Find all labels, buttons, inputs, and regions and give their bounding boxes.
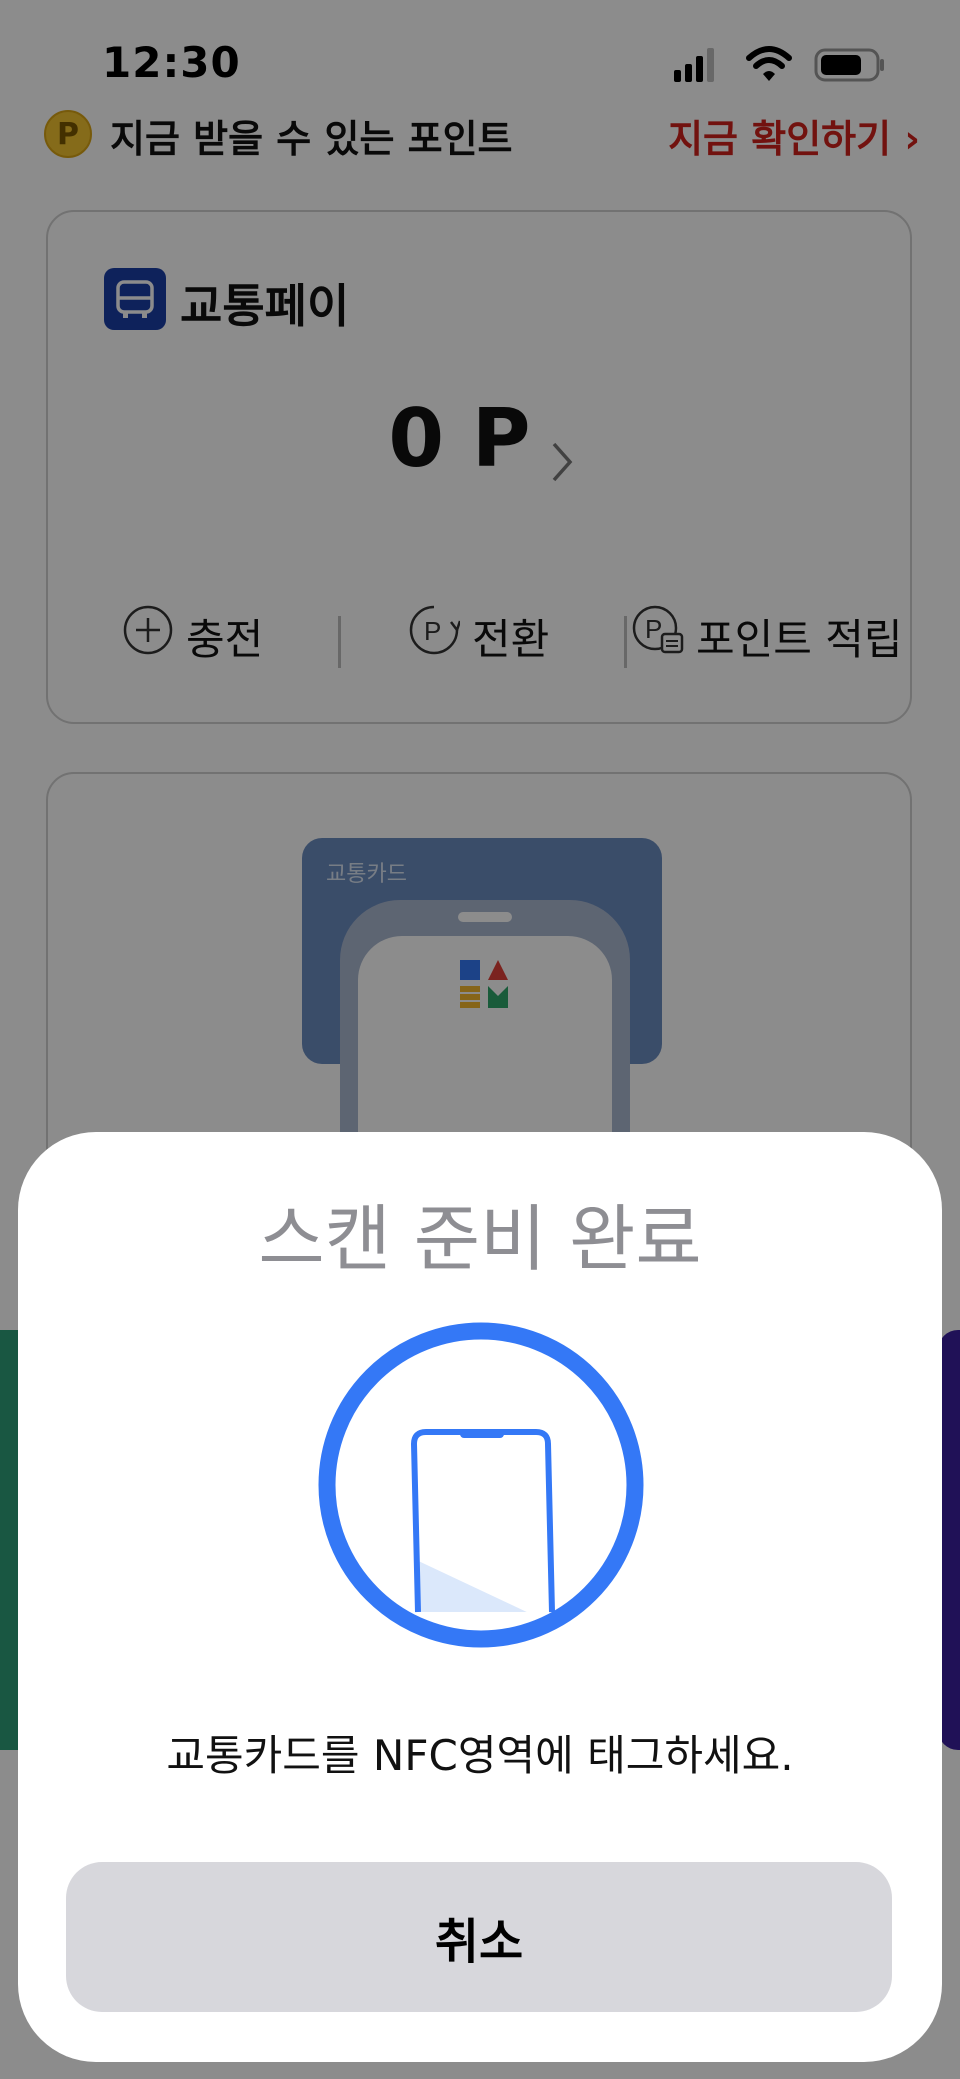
cancel-button[interactable]: 취소 — [66, 1862, 892, 2012]
nfc-phone-icon — [318, 1322, 644, 1648]
sheet-title: 스캔 준비 완료 — [258, 1197, 702, 1281]
cancel-label: 취소 — [434, 1914, 524, 1970]
nfc-scan-sheet: 스캔 준비 완료 교통카드를 NFC영역에 태그하세요. 취소 — [18, 1132, 942, 2062]
nfc-instruction: 교통카드를 NFC영역에 태그하세요. — [166, 1731, 794, 1780]
